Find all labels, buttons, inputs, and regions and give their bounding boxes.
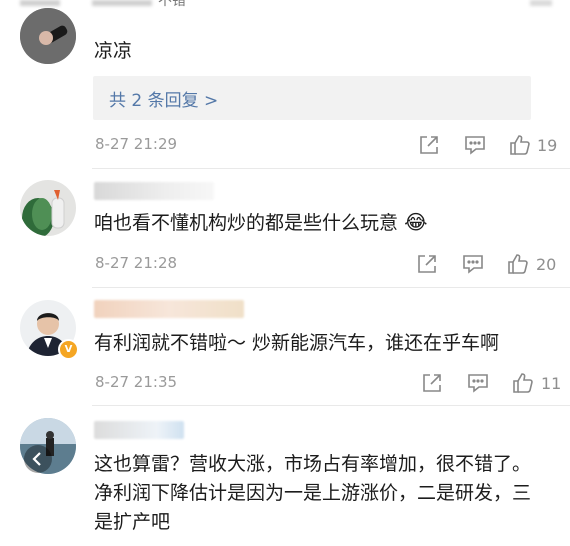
avatar[interactable] bbox=[20, 8, 76, 64]
comment-text: 这也算雷？营收大涨，市场占有率增加，很不错了。净利润下降估计是因为一是上游涨价，… bbox=[94, 453, 532, 533]
like-count: 19 bbox=[537, 136, 558, 155]
replies-link[interactable]: 共 2 条回复 > bbox=[93, 76, 531, 120]
comment-icon[interactable] bbox=[461, 253, 485, 275]
previous-comment-header-partial: 不错 bbox=[0, 0, 570, 14]
share-icon[interactable] bbox=[421, 372, 443, 394]
chevron-left-icon[interactable] bbox=[24, 445, 52, 473]
divider bbox=[92, 168, 570, 169]
username-blurred bbox=[94, 300, 244, 318]
comment-text: 凉凉 bbox=[94, 40, 133, 62]
comment-text: 有利润就不错啦～ 炒新能源汽车，谁还在乎车啊 bbox=[94, 332, 500, 354]
like-count: 20 bbox=[536, 255, 557, 274]
avatar[interactable] bbox=[20, 180, 76, 236]
username-blurred bbox=[94, 421, 184, 439]
replies-label: 共 2 条回复 > bbox=[109, 91, 219, 111]
laughing-emoji-icon: 😂 bbox=[404, 210, 428, 234]
comment-icon[interactable] bbox=[466, 372, 490, 394]
share-icon[interactable] bbox=[418, 134, 440, 156]
timestamp: 8-27 21:35 bbox=[95, 373, 178, 391]
username-blurred bbox=[94, 182, 214, 200]
like-count: 11 bbox=[541, 374, 562, 393]
partial-text: 不错 bbox=[158, 0, 186, 9]
timestamp: 8-27 21:29 bbox=[95, 135, 178, 153]
thumbs-up-icon[interactable] bbox=[511, 371, 535, 395]
thumbs-up-icon[interactable] bbox=[508, 133, 532, 157]
share-icon[interactable] bbox=[416, 253, 438, 275]
thumbs-up-icon[interactable] bbox=[506, 252, 530, 276]
comment-body: 咱也看不懂机构炒的都是些什么玩意 bbox=[94, 212, 399, 234]
comment-text: 咱也看不懂机构炒的都是些什么玩意 😂 bbox=[94, 208, 544, 238]
verified-badge-icon: V bbox=[58, 339, 79, 360]
timestamp: 8-27 21:28 bbox=[95, 254, 178, 272]
divider bbox=[92, 405, 570, 406]
comment-icon[interactable] bbox=[463, 134, 487, 156]
divider bbox=[92, 287, 570, 288]
